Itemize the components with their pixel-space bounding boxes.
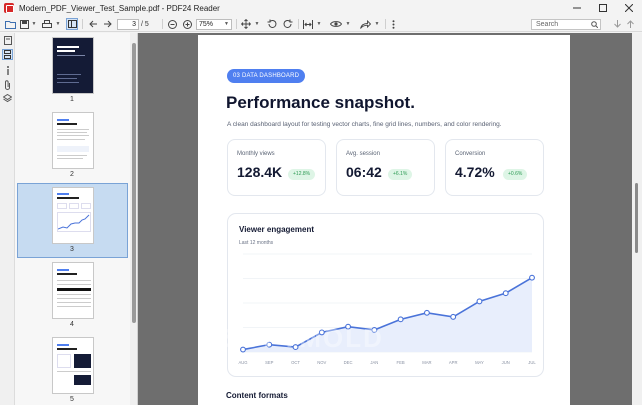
save-icon[interactable] — [18, 18, 30, 30]
previous-page-icon[interactable] — [87, 18, 99, 30]
chart-data-point — [476, 298, 483, 305]
thumbnail-label: 5 — [70, 396, 74, 403]
close-button[interactable] — [616, 0, 642, 16]
search-input[interactable]: Search — [531, 19, 601, 30]
sidebar-toggle-icon[interactable] — [66, 18, 78, 30]
thumbnail-label: 4 — [70, 321, 74, 328]
kpi-value: 128.4K — [237, 164, 283, 180]
page-number-input[interactable]: 3 — [117, 19, 139, 30]
fit-width-icon[interactable] — [302, 18, 314, 30]
page-subtitle: A clean dashboard layout for testing vec… — [227, 121, 502, 128]
kpi-card: Monthly views 128.4K +12.8% — [227, 139, 326, 196]
chart-data-point — [450, 313, 457, 320]
thumbnail-scrollbar[interactable] — [130, 33, 137, 405]
view-mode-icon[interactable] — [329, 18, 343, 30]
kpi-label: Avg. session — [346, 151, 380, 157]
chart-x-tick-label: JUL — [528, 360, 536, 365]
thumbnail-panel: 1 2 3 4 5 — [15, 33, 138, 405]
chart-x-tick-label: AUG — [238, 360, 247, 365]
rotate-left-icon[interactable] — [266, 18, 278, 30]
view-options-caret[interactable]: ▼ — [345, 18, 351, 30]
chart-data-point — [423, 309, 430, 316]
chart-x-tick-label: OCT — [291, 360, 300, 365]
share-icon[interactable] — [358, 18, 372, 30]
next-page-icon[interactable] — [101, 18, 113, 30]
thumbnail-label: 1 — [70, 96, 74, 103]
thumbnail-label: 3 — [70, 246, 74, 253]
bookmarks-icon[interactable] — [2, 35, 13, 46]
minimize-button[interactable] — [564, 0, 590, 16]
tool-options-caret[interactable]: ▼ — [254, 18, 260, 30]
kpi-value: 06:42 — [346, 164, 382, 180]
share-options-caret[interactable]: ▼ — [374, 18, 380, 30]
page-thumbnail-5[interactable] — [52, 337, 94, 394]
title-bar: Modern_PDF_Viewer_Test_Sample.pdf - PDF2… — [0, 0, 642, 16]
rotate-right-icon[interactable] — [282, 18, 294, 30]
sidebar-rail — [0, 33, 15, 405]
chart-x-tick-label: DEC — [344, 360, 353, 365]
maximize-icon — [599, 4, 607, 12]
window-title: Modern_PDF_Viewer_Test_Sample.pdf - PDF2… — [19, 3, 220, 13]
main-toolbar: ▼ ▼ 3 / 5 75% ▼ ▼ ▼ ▼ ▼ Search — [0, 16, 642, 32]
chart-data-point — [502, 290, 509, 297]
kpi-value: 4.72% — [455, 164, 495, 180]
chart-x-tick-label: MAR — [422, 360, 431, 365]
print-options-caret[interactable]: ▼ — [55, 18, 61, 30]
kpi-delta-badge: +0.6% — [503, 169, 528, 180]
pan-tool-icon[interactable] — [240, 18, 252, 30]
kpi-label: Conversion — [455, 151, 486, 157]
more-menu-icon[interactable] — [389, 18, 397, 30]
fit-options-caret[interactable]: ▼ — [316, 18, 322, 30]
layers-icon[interactable] — [2, 93, 13, 104]
thumbnails-panel-icon[interactable] — [2, 49, 13, 60]
save-options-caret[interactable]: ▼ — [31, 18, 37, 30]
info-icon[interactable] — [2, 65, 13, 76]
zoom-in-icon[interactable] — [181, 18, 193, 30]
viewer-scrollbar[interactable] — [632, 33, 642, 405]
page-thumbnail-4[interactable] — [52, 262, 94, 319]
chart-x-tick-label: JAN — [370, 360, 378, 365]
page-thumbnail-3[interactable] — [52, 187, 94, 244]
zoom-select[interactable]: 75% ▼ — [196, 19, 232, 30]
maximize-button[interactable] — [590, 0, 616, 16]
section-heading: Content formats — [226, 391, 288, 400]
kpi-card: Conversion 4.72% +0.6% — [445, 139, 544, 196]
chart-x-tick-label: FEB — [397, 360, 405, 365]
section-tag: 03 DATA DASHBOARD — [227, 69, 306, 83]
chart-data-point — [529, 274, 535, 281]
chart-x-tick-label: MAY — [475, 360, 484, 365]
open-folder-icon[interactable] — [4, 18, 16, 30]
minimize-icon — [573, 7, 581, 9]
thumbnail-label: 2 — [70, 171, 74, 178]
viewer-scrollbar-thumb[interactable] — [635, 183, 638, 253]
document-viewer[interactable]: 03 DATA DASHBOARD Performance snapshot. … — [138, 33, 632, 405]
page-thumbnail-1[interactable] — [52, 37, 94, 94]
close-icon — [625, 4, 633, 12]
search-prev-icon[interactable] — [625, 18, 635, 30]
chart-x-tick-label: APR — [449, 360, 458, 365]
attachments-icon[interactable] — [2, 79, 13, 90]
print-icon[interactable] — [41, 18, 53, 30]
chart-data-point — [397, 316, 404, 323]
chart-x-tick-label: NOV — [317, 360, 326, 365]
page-thumbnail-2[interactable] — [52, 112, 94, 169]
watermark-text: SOFTMOLD — [222, 323, 384, 353]
page-heading: Performance snapshot. — [226, 93, 415, 112]
kpi-label: Monthly views — [237, 151, 275, 157]
chart-x-tick-label: JUN — [502, 360, 510, 365]
search-next-icon[interactable] — [612, 18, 622, 30]
chart-x-tick-label: SEP — [265, 360, 274, 365]
kpi-delta-badge: +6.1% — [388, 169, 413, 180]
page-total: / 5 — [141, 21, 149, 28]
app-logo-icon — [4, 3, 14, 13]
search-icon — [591, 21, 599, 29]
kpi-card: Avg. session 06:42 +6.1% — [336, 139, 435, 196]
kpi-delta-badge: +12.8% — [288, 169, 316, 180]
zoom-out-icon[interactable] — [166, 18, 178, 30]
